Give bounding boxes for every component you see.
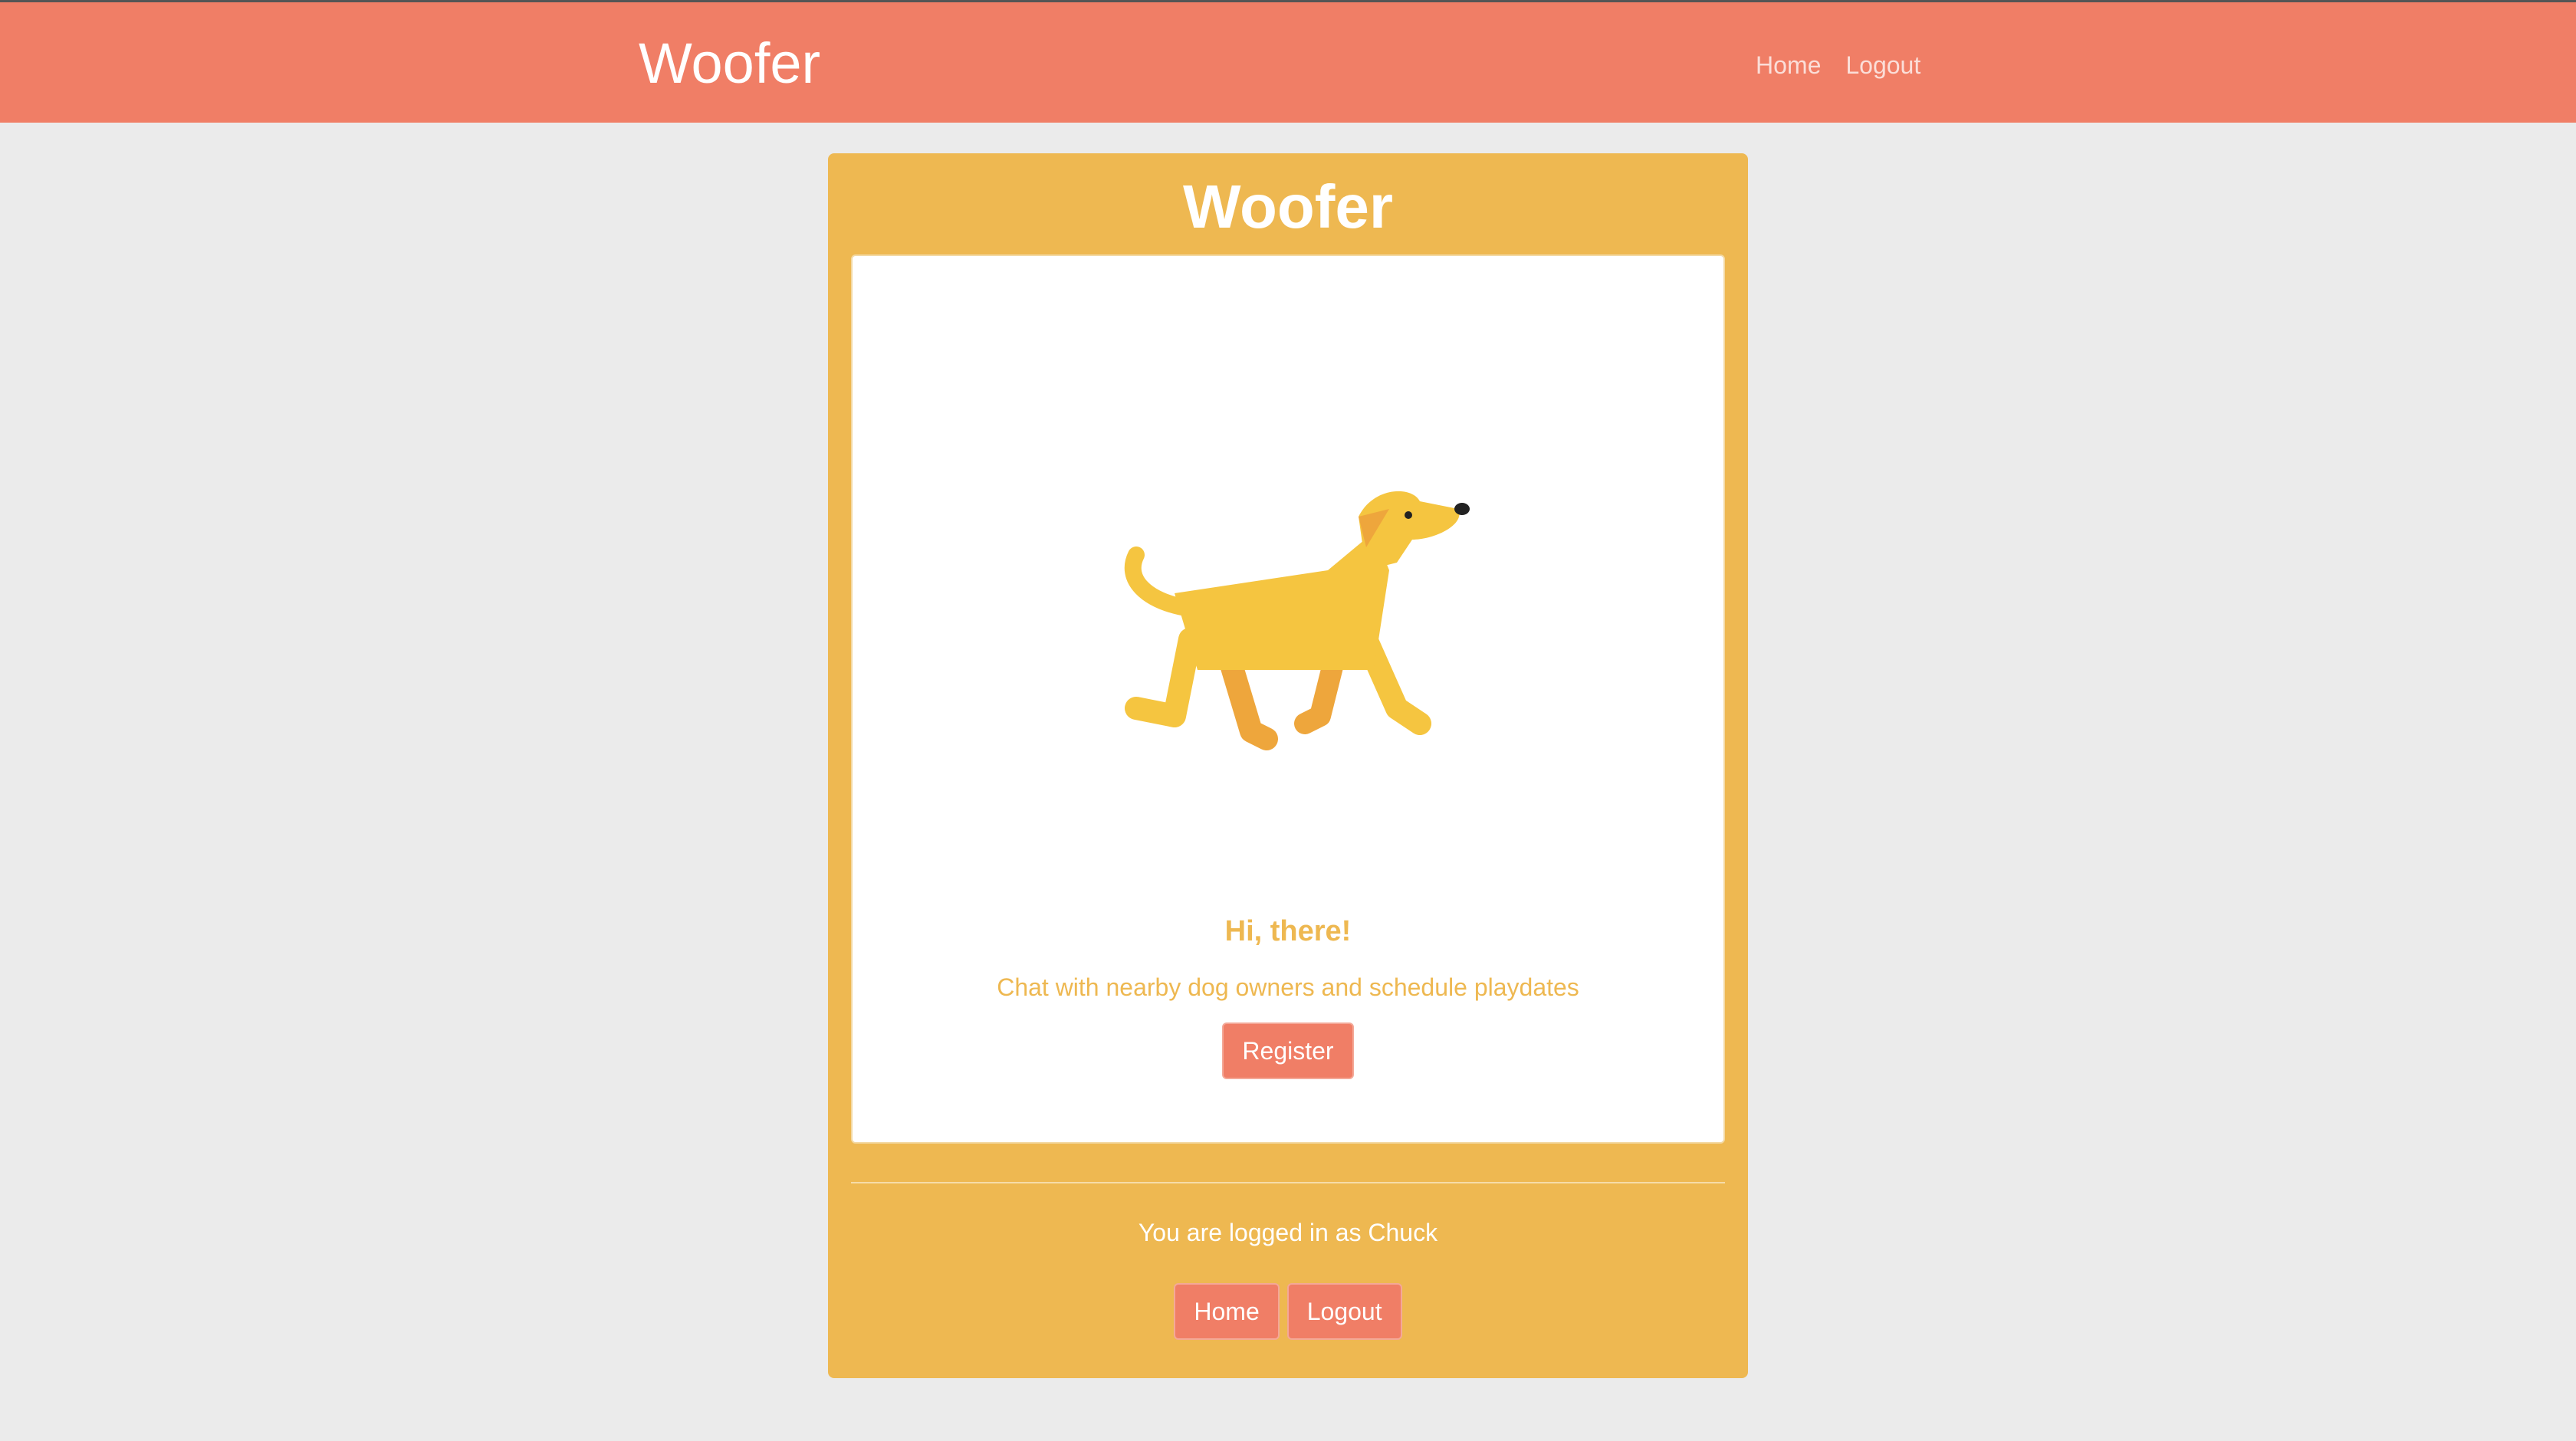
card-title: Woofer <box>1182 172 1394 241</box>
register-wrap: Register <box>853 1022 1723 1079</box>
footer-buttons: Home Logout <box>828 1283 1748 1340</box>
brand-link[interactable]: Woofer <box>639 25 820 102</box>
welcome-card: Woofer Hi, there! Chat with nearby dog o… <box>828 153 1748 1378</box>
top-navbar: Woofer Home Logout <box>0 0 2576 123</box>
register-button[interactable]: Register <box>1222 1022 1354 1079</box>
nav-links: Home Logout <box>1756 42 1921 88</box>
tagline-text: Chat with nearby dog owners and schedule… <box>997 973 1579 1001</box>
nav-home-link[interactable]: Home <box>1756 42 1821 88</box>
home-button[interactable]: Home <box>1174 1283 1280 1340</box>
greeting-heading: Hi, there! <box>1224 915 1352 947</box>
hero-panel: Hi, there! Chat with nearby dog owners a… <box>851 254 1725 1144</box>
logout-button[interactable]: Logout <box>1286 1283 1402 1340</box>
dog-illustration <box>1124 491 1470 750</box>
nav-logout-link[interactable]: Logout <box>1845 42 1921 88</box>
divider <box>851 1182 1725 1183</box>
login-status-text: You are logged in as Chuck <box>1138 1219 1438 1246</box>
